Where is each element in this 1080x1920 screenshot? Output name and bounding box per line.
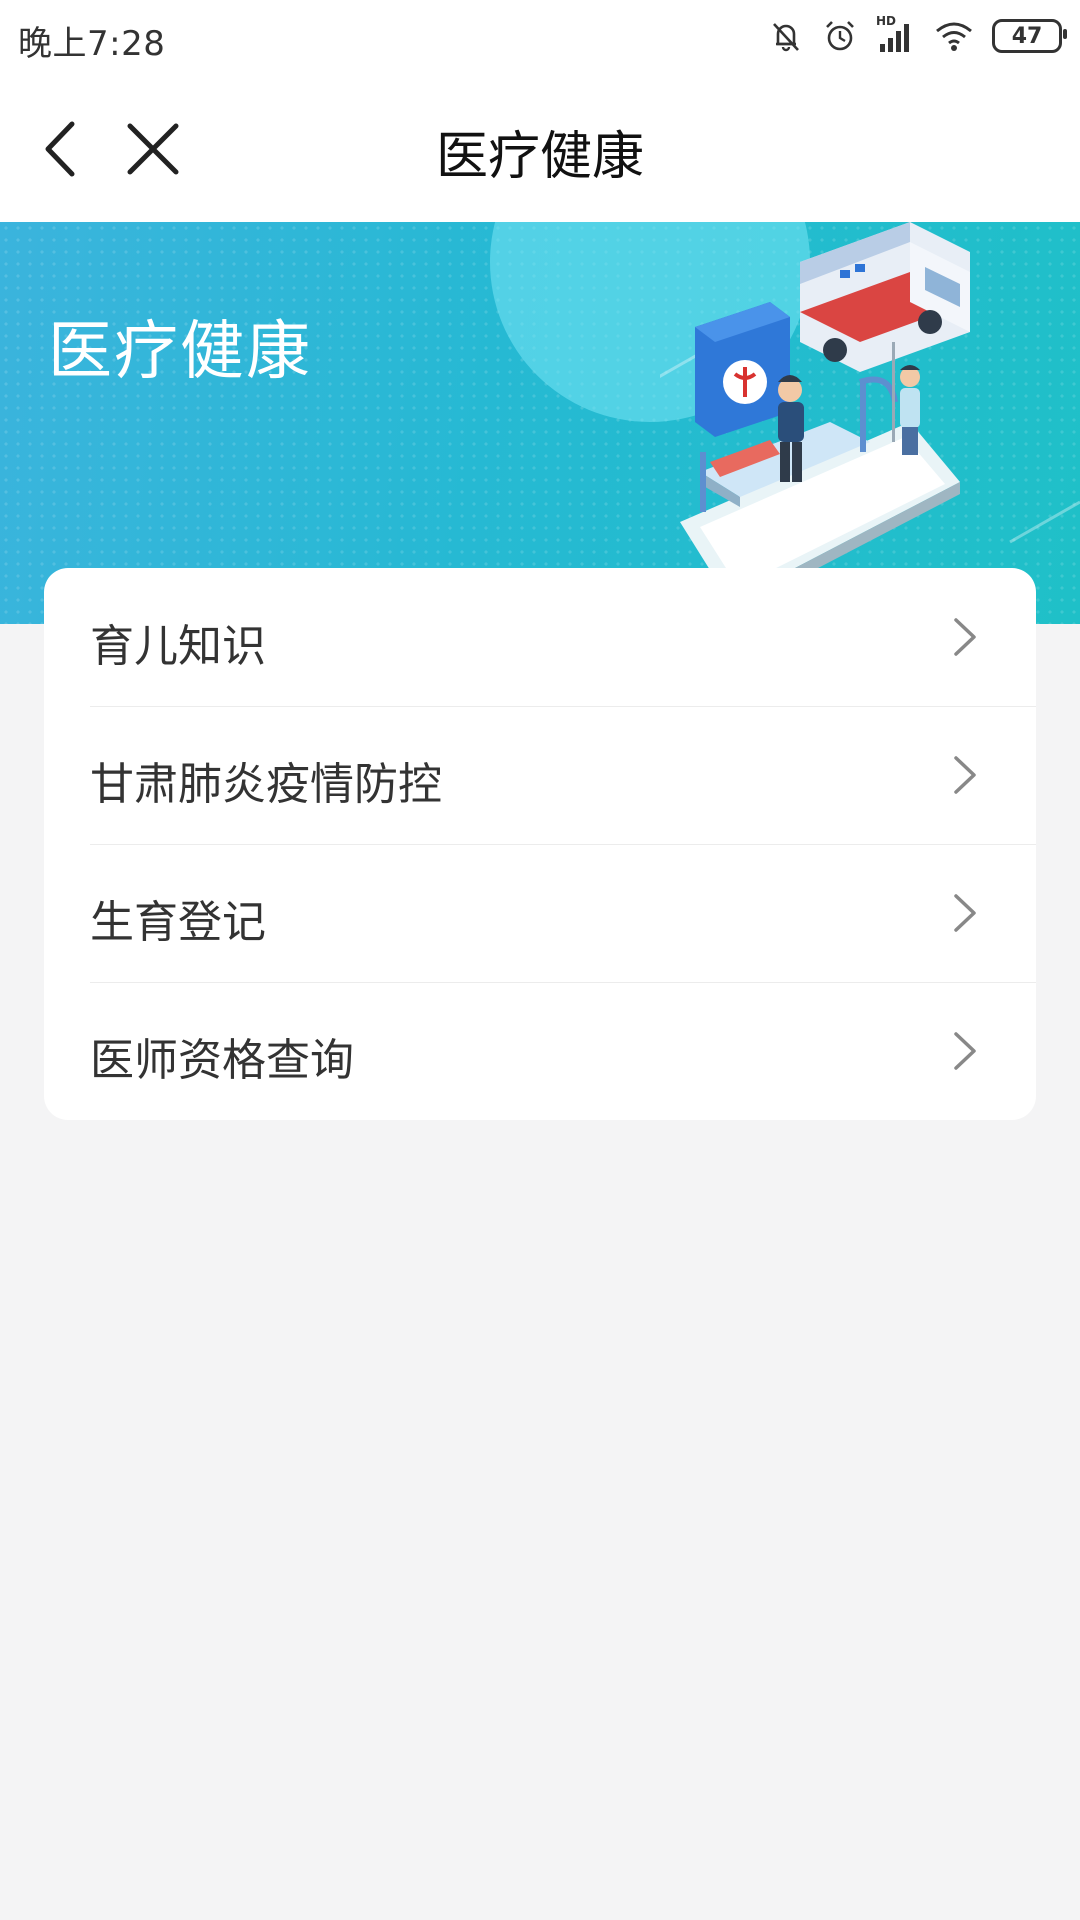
- chevron-right-icon: [954, 1032, 976, 1070]
- chevron-right-icon: [954, 894, 976, 932]
- status-icons: HD 47: [768, 14, 1067, 58]
- menu-item-label: 育儿知识: [90, 621, 266, 672]
- menu-item-label: 甘肃肺炎疫情防控: [90, 759, 442, 810]
- chevron-right-icon: [954, 756, 976, 794]
- nav-bar: 医疗健康: [0, 72, 1080, 222]
- list-item[interactable]: 甘肃肺炎疫情防控: [44, 706, 1036, 844]
- menu-item-label: 生育登记: [90, 897, 266, 948]
- list-item[interactable]: 生育登记: [44, 844, 1036, 982]
- mute-icon: [768, 18, 804, 54]
- medical-illustration-icon: [660, 222, 1080, 614]
- alarm-icon: [822, 18, 858, 54]
- battery-icon: 47: [992, 19, 1067, 53]
- status-time: 晚上7:28: [18, 24, 166, 64]
- page: 晚上7:28 HD 47 医疗健康 医疗健康 育儿知识 甘肃肺炎疫情防控 生育登…: [0, 0, 1080, 1920]
- page-title: 医疗健康: [435, 127, 644, 187]
- menu-item-label: 医师资格查询: [90, 1035, 354, 1086]
- chevron-right-icon: [954, 618, 976, 656]
- status-bar: 晚上7:28 HD 47: [0, 0, 1080, 72]
- wifi-icon: [934, 19, 974, 53]
- battery-level: 47: [1011, 23, 1043, 49]
- menu-card: 育儿知识 甘肃肺炎疫情防控 生育登记 医师资格查询: [44, 568, 1036, 1120]
- signal-icon: HD: [876, 14, 916, 54]
- banner-title: 医疗健康: [48, 315, 312, 389]
- list-item[interactable]: 育儿知识: [44, 568, 1036, 706]
- banner: 医疗健康: [0, 222, 1080, 624]
- list-item[interactable]: 医师资格查询: [44, 982, 1036, 1120]
